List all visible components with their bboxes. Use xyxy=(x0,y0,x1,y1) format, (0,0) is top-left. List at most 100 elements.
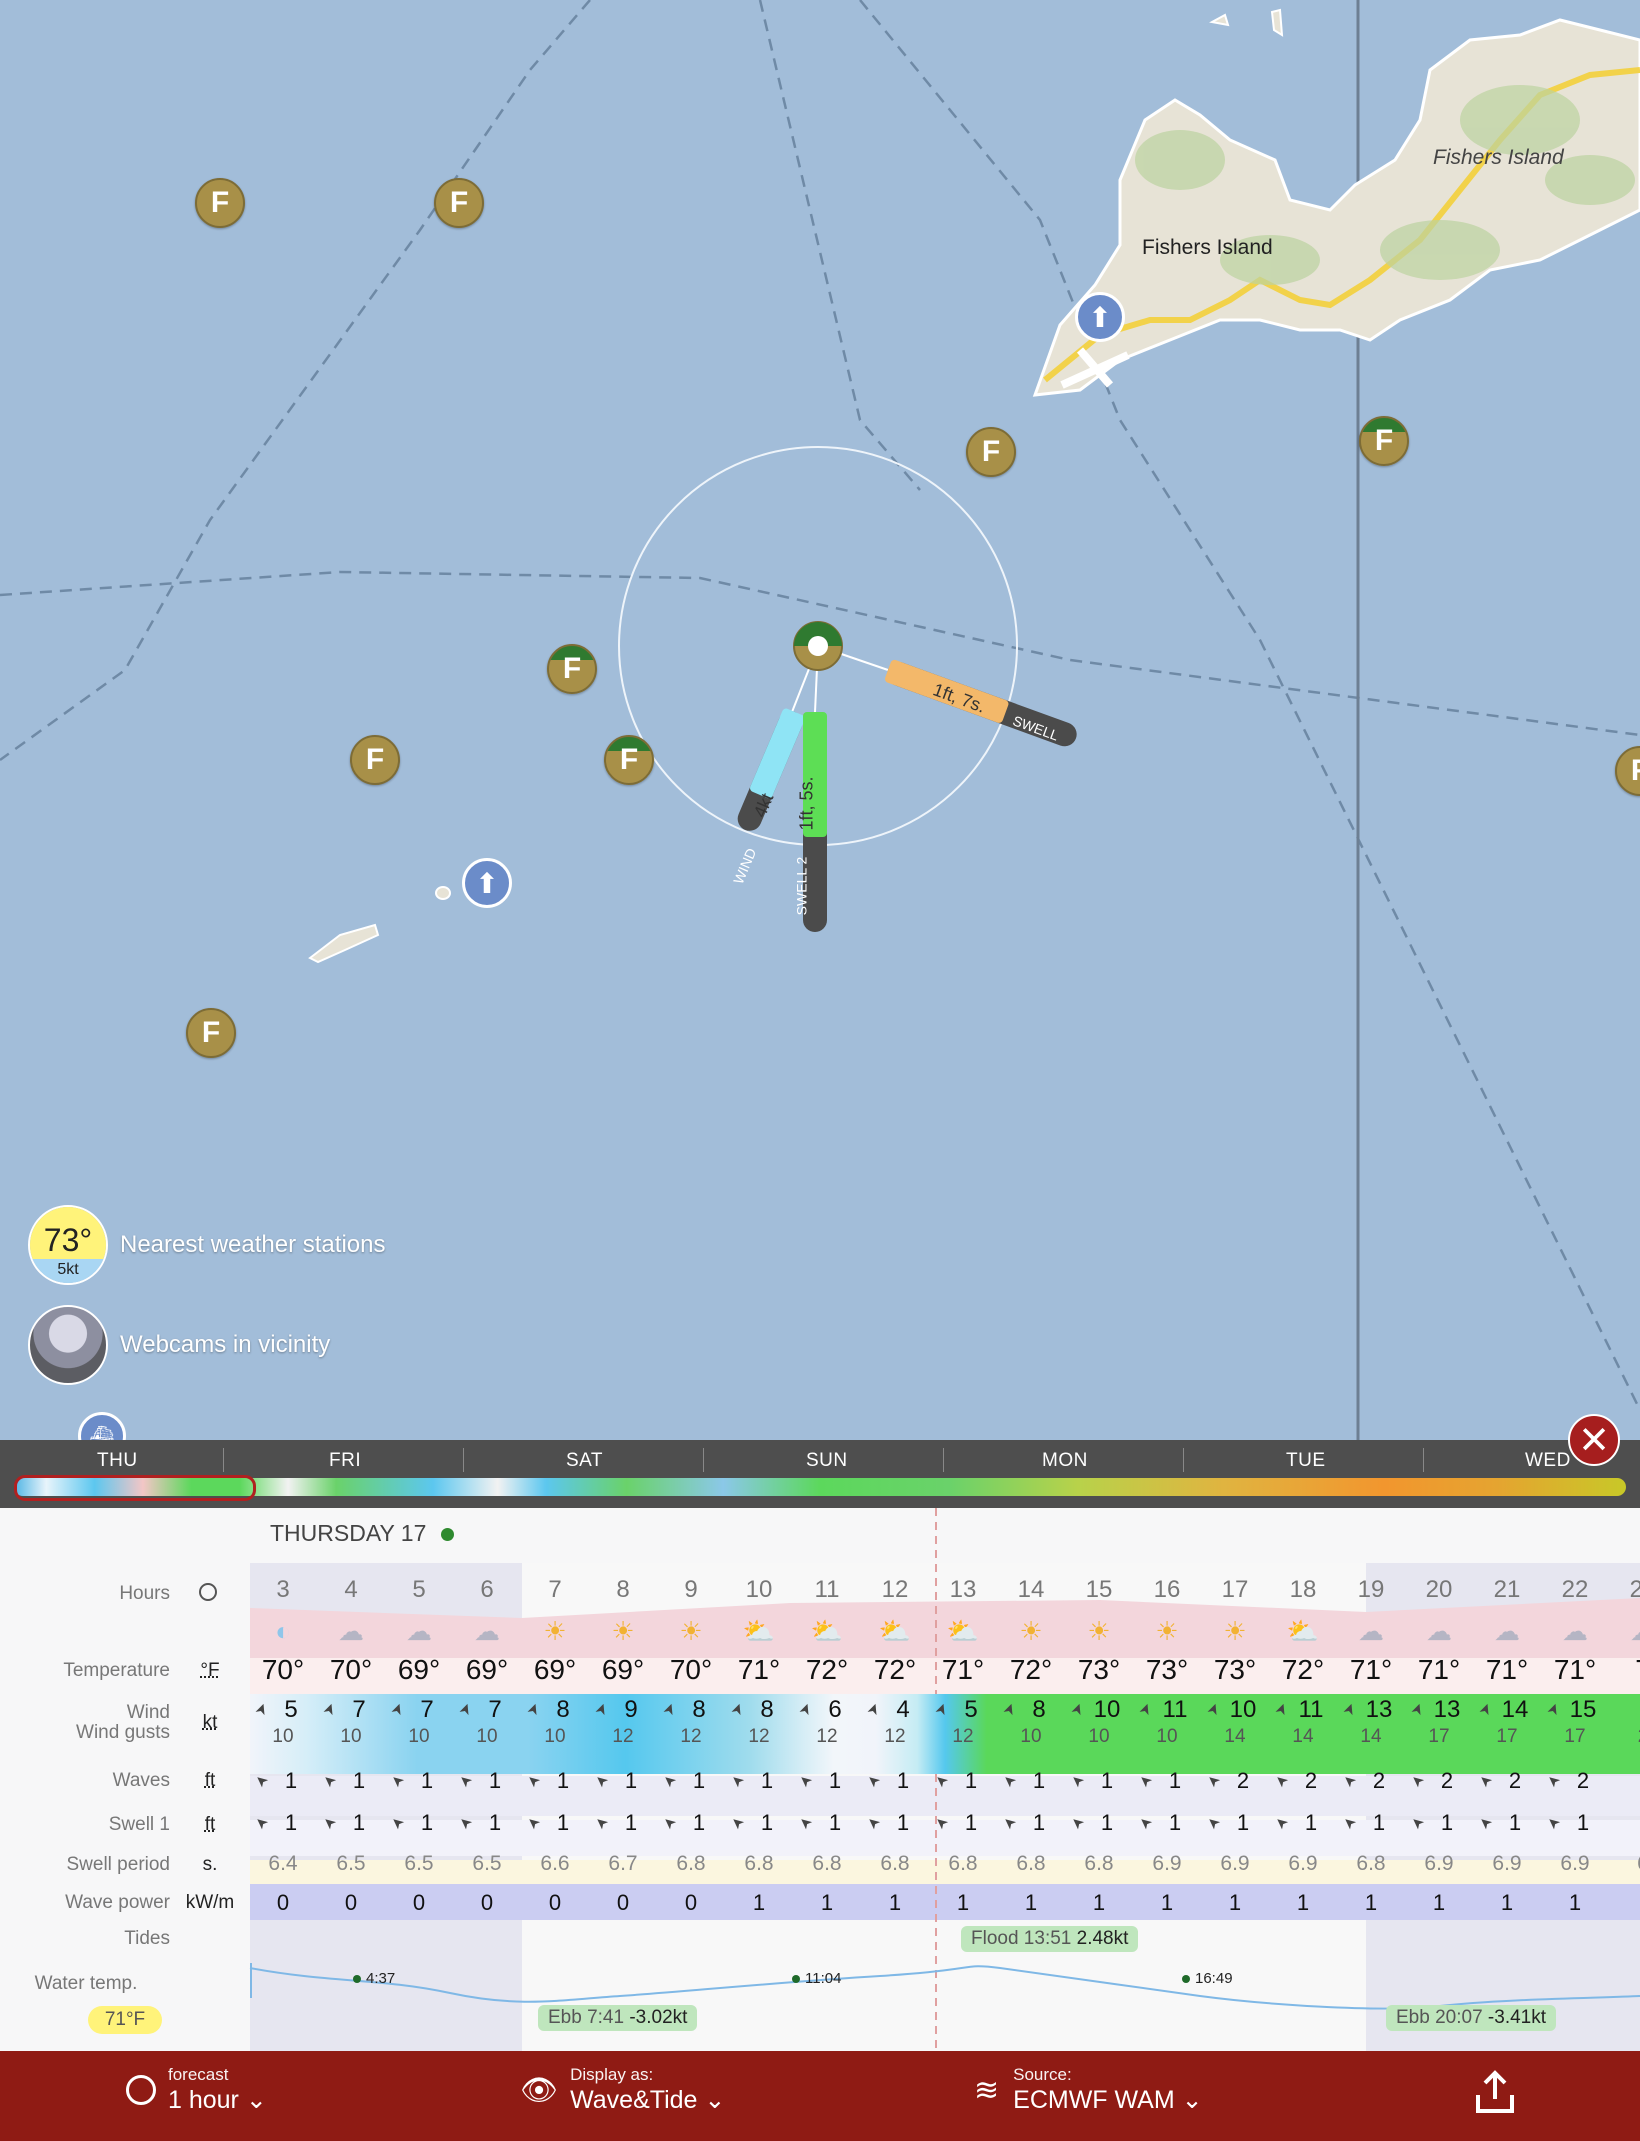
swell-period-cell: 6.9 xyxy=(1492,1852,1522,1875)
label-waves: Waves xyxy=(112,1770,170,1791)
unit-swell-period: s. xyxy=(202,1854,218,1875)
temperature-cell: 71° xyxy=(1553,1654,1597,1685)
day-label-thu[interactable]: THU xyxy=(97,1450,138,1472)
wind-gust-cell: 12 xyxy=(612,1726,634,1747)
unit-waves[interactable]: ft xyxy=(182,1770,238,1792)
source-selector[interactable]: ≋ Source: ECMWF WAM ⌄ xyxy=(974,2065,1203,2115)
day-label-fri[interactable]: FRI xyxy=(329,1450,361,1472)
wave-power-cell: 0 xyxy=(548,1890,562,1915)
wind-gust-cell: 14 xyxy=(1292,1726,1314,1747)
ebb-tide-badge-1: Ebb 7:41 -3.02kt xyxy=(538,2005,698,2031)
swell-period-cell: 6.9 xyxy=(1220,1852,1250,1875)
sun-cloud-icon: ⛅ xyxy=(878,1616,912,1646)
wind-gust-cell: 10 xyxy=(1088,1726,1110,1747)
chevron-down-icon: ⌄ xyxy=(1181,2086,1203,2114)
unit-swell1[interactable]: ft xyxy=(182,1814,238,1836)
wave-power-cell: 1 xyxy=(1568,1890,1582,1915)
place-label-fishers-island-2: Fishers Island xyxy=(1433,146,1564,169)
forecast-marker[interactable]: F xyxy=(1359,416,1409,466)
label-wind-gusts: Wind gusts xyxy=(76,1722,170,1743)
wave-power-cell: 0 xyxy=(616,1890,630,1915)
wave-power-cell: 1 xyxy=(1296,1890,1310,1915)
forecast-marker[interactable]: F xyxy=(604,735,654,785)
tide-time-3: 16:49 xyxy=(1195,1970,1233,1987)
forecast-marker[interactable]: F xyxy=(966,427,1016,477)
moon-cloud-icon: ☁ xyxy=(1426,1616,1452,1646)
timeline-selection[interactable] xyxy=(14,1475,256,1501)
temperature-cell: 69° xyxy=(601,1654,645,1685)
hour-cell: 16 xyxy=(1153,1576,1181,1603)
label-swell-period: Swell period xyxy=(66,1854,171,1875)
forecast-marker[interactable]: F xyxy=(186,1008,236,1058)
swell-period-cell: 6.4 xyxy=(268,1852,298,1875)
nearest-stations-legend[interactable]: 73° 5kt Nearest weather stations xyxy=(28,1205,385,1285)
wave-power-cell: 1 xyxy=(820,1890,834,1915)
hour-cell: 6 xyxy=(480,1576,494,1603)
swell-period-cell: 6.5 xyxy=(336,1852,366,1875)
hour-cell: 4 xyxy=(344,1576,358,1603)
station-temp-badge[interactable]: 73° 5kt xyxy=(28,1205,108,1285)
forecast-marker[interactable]: F xyxy=(195,178,245,228)
unit-temperature[interactable]: °F xyxy=(182,1660,238,1682)
display-as-value: Wave&Tide xyxy=(570,2086,698,2114)
map-view[interactable]: 4kt WIND 1ft, 5s. SWELL 2 1ft, 7s. SWELL… xyxy=(0,0,1640,1440)
temperature-cell: 7 xyxy=(1609,1654,1640,1686)
forecast-marker[interactable]: F xyxy=(547,644,597,694)
hour-cell: 14 xyxy=(1017,1576,1045,1603)
swell-period-cell: 6.8 xyxy=(812,1852,842,1875)
wave-power-cell: 0 xyxy=(480,1890,494,1915)
wind-gust-cell: 10 xyxy=(1156,1726,1178,1747)
webcams-legend[interactable]: Webcams in vicinity xyxy=(28,1305,330,1385)
swell-period-cell: 6.8 xyxy=(1084,1852,1114,1875)
ebb-tide-badge-2: Ebb 20:07 -3.41kt xyxy=(1386,2005,1557,2031)
wind-gust-cell: 17 xyxy=(1428,1726,1450,1747)
webcam-thumbnail[interactable] xyxy=(28,1305,108,1385)
location-arrow-icon[interactable]: ⬆ xyxy=(1075,292,1125,342)
day-label-sun[interactable]: SUN xyxy=(806,1450,848,1472)
temperature-cell: 73° xyxy=(1077,1654,1121,1685)
temperature-cell: 70° xyxy=(329,1654,373,1685)
wind-gust-cell: 12 xyxy=(748,1726,770,1747)
unit-wind[interactable]: kt xyxy=(182,1712,238,1734)
wave-power-cell: 0 xyxy=(684,1890,698,1915)
day-label-tue[interactable]: TUE xyxy=(1286,1450,1326,1472)
forecast-label: forecast xyxy=(168,2065,229,2084)
forecast-marker[interactable]: F xyxy=(350,735,400,785)
day-label-wed[interactable]: WED xyxy=(1525,1450,1571,1472)
swell-period-cell: 6.5 xyxy=(404,1852,434,1875)
display-as-label: Display as: xyxy=(570,2065,654,2084)
hour-cell: 19 xyxy=(1357,1576,1385,1603)
close-icon[interactable]: ✕ xyxy=(1568,1414,1620,1466)
forecast-interval-selector[interactable]: forecast 1 hour ⌄ xyxy=(126,2065,267,2115)
temperature-cell: 71° xyxy=(737,1654,781,1685)
display-as-selector[interactable]: 👁 Display as: Wave&Tide ⌄ xyxy=(520,2065,725,2115)
forecast-marker[interactable]: F xyxy=(434,178,484,228)
chevron-down-icon: ⌄ xyxy=(245,2086,267,2114)
forecast-panel[interactable]: THURSDAY 17 Hours Temperature °F Wind Wi… xyxy=(0,1508,1640,2051)
wind-gust-cell: 10 xyxy=(272,1726,294,1747)
tide-time-2: 11:04 xyxy=(805,1970,842,1987)
swell-period-cell: 6.9 xyxy=(1152,1852,1182,1875)
moon-half-icon: ◐ xyxy=(275,1616,291,1646)
week-timeline[interactable]: THU FRI SAT SUN MON TUE WED xyxy=(0,1440,1640,1508)
day-label-sat[interactable]: SAT xyxy=(566,1450,603,1472)
swell-period-cell: 6.8 xyxy=(948,1852,978,1875)
share-icon[interactable] xyxy=(1474,2069,1516,2115)
moon-cloud-icon: ☁ xyxy=(338,1616,364,1646)
swell-period-cell: 6 xyxy=(1609,1852,1640,1876)
day-label-mon[interactable]: MON xyxy=(1042,1450,1088,1472)
hour-cell: 13 xyxy=(949,1576,977,1603)
boundary-line xyxy=(758,0,921,491)
source-label: Source: xyxy=(1013,2065,1072,2084)
swell-period-cell: 6.8 xyxy=(880,1852,910,1875)
moon-cloud-icon: ☁ xyxy=(1494,1616,1520,1646)
wind-gust-cell: 14 xyxy=(1224,1726,1246,1747)
unit-wave-power: kW/m xyxy=(185,1892,235,1913)
flood-tide-badge: Flood 13:51 2.48kt xyxy=(961,1926,1139,1952)
location-arrow-icon[interactable]: ⬆ xyxy=(462,858,512,908)
wave-power-cell: 1 xyxy=(1432,1890,1446,1915)
sun-icon: ☀ xyxy=(611,1616,635,1646)
wind-gust-cell: 10 xyxy=(340,1726,362,1747)
temperature-cell: 72° xyxy=(873,1654,917,1685)
swell-period-cell: 6.9 xyxy=(1288,1852,1318,1875)
